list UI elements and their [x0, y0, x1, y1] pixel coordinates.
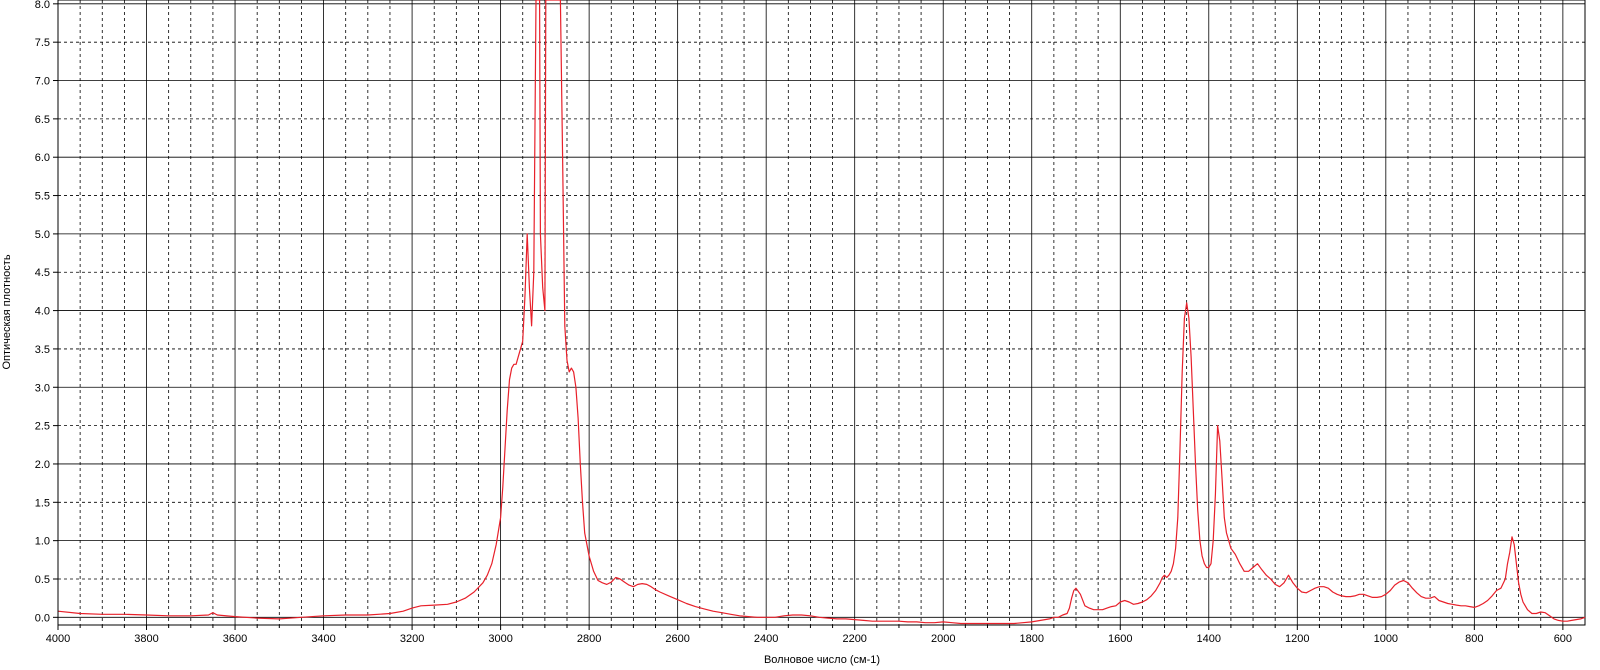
- x-tick-label: 1400: [1197, 633, 1221, 645]
- x-tick-label: 3400: [311, 633, 335, 645]
- plot-frame: [57, 0, 1586, 626]
- x-tick-label: 3600: [223, 633, 247, 645]
- x-tick-label: 4000: [46, 633, 70, 645]
- x-tick-label: 800: [1465, 633, 1483, 645]
- y-tick-label: 0.0: [35, 612, 50, 624]
- series-layer: [57, 0, 1586, 625]
- y-tick-label: 1.5: [35, 497, 50, 509]
- minor-grid: [58, 0, 1585, 625]
- x-tick-label: 1200: [1285, 633, 1309, 645]
- x-tick-label: 1000: [1374, 633, 1398, 645]
- y-tick-label: 8.0: [35, 0, 50, 11]
- x-tick-label: 2000: [931, 633, 955, 645]
- y-tick-label: 3.0: [35, 382, 50, 394]
- x-tick-label: 2200: [842, 633, 866, 645]
- y-tick-label: 2.5: [35, 421, 50, 433]
- y-tick-label: 4.0: [35, 306, 50, 318]
- x-tick-label: 3200: [400, 633, 424, 645]
- x-tick-label: 1800: [1019, 633, 1043, 645]
- x-tick-label: 600: [1554, 633, 1572, 645]
- x-tick-label: 2400: [754, 633, 778, 645]
- x-tick-label: 3800: [134, 633, 158, 645]
- y-tick-label: 5.5: [35, 191, 50, 203]
- y-tick-label: 2.0: [35, 459, 50, 471]
- spectrum-line: [57, 0, 1586, 625]
- x-tick-label: 3000: [488, 633, 512, 645]
- x-tick-label: 1600: [1108, 633, 1132, 645]
- x-tick-label: 2600: [665, 633, 689, 645]
- y-tick-label: 7.0: [35, 76, 50, 88]
- ir-spectrum-chart: 4000 3800 3600 3400 3200 3000 2800 2600 2400 2200…: [1, 0, 1586, 666]
- y-tick-label: 1.0: [35, 536, 50, 548]
- y-axis-ticks: 0.0 0.5 1.0 1.5 2.0 2.5 3.0 3.5 4.0 4.5 5.0 5.5 6.0 6…: [35, 0, 59, 625]
- y-tick-label: 6.5: [35, 114, 50, 126]
- y-tick-label: 7.5: [35, 37, 50, 49]
- x-axis-ticks: 4000 3800 3600 3400 3200 3000 2800 2600 2400 2200…: [46, 624, 1585, 645]
- y-tick-label: 4.5: [35, 267, 50, 279]
- x-tick-label: 2800: [577, 633, 601, 645]
- y-tick-label: 6.0: [35, 152, 50, 164]
- major-grid: [57, 0, 1585, 625]
- y-tick-label: 5.0: [35, 229, 50, 241]
- y-tick-label: 0.5: [35, 574, 50, 586]
- y-axis-title: Оптическая плотность: [1, 254, 13, 369]
- y-tick-label: 3.5: [35, 344, 50, 356]
- plot-area: [57, 0, 1586, 626]
- x-axis-title: Волновое число (см-1): [764, 654, 880, 666]
